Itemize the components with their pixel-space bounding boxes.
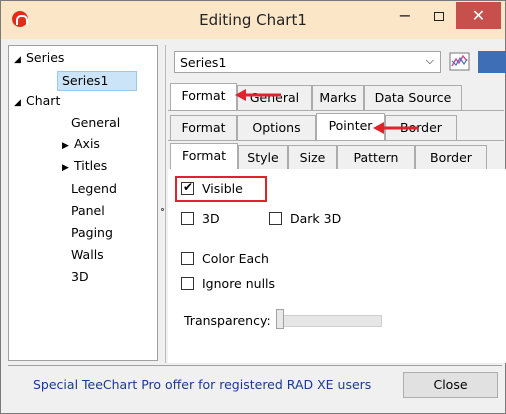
visible-checkbox[interactable]: ✔ [181,180,194,195]
tree-item-titles[interactable]: ▶ Titles [62,156,107,176]
maximize-icon [434,12,444,21]
transparency-slider[interactable] [278,315,382,327]
annotation-arrow-icon [373,122,418,134]
dark-3d-label: Dark 3D [290,211,342,226]
transparency-label: Transparency: [184,313,271,328]
chevron-down-icon[interactable]: ⌵ [426,54,434,68]
tree-item-legend[interactable]: Legend [71,179,117,199]
tree-item-panel[interactable]: Panel [71,201,105,221]
pointer-tab-style[interactable]: Style [238,145,288,171]
ignore-nulls-label: Ignore nulls [202,276,276,291]
pointer-tab-format[interactable]: Format [170,143,238,170]
checkmark-icon: ✔ [183,180,194,194]
tree-item-label: Titles [74,158,108,173]
ignore-nulls-checkbox[interactable] [181,277,194,290]
series-editor-panel: Series1 ⌵ Format General Marks Data Sour… [165,45,506,363]
annotation-arrow-icon [235,89,281,101]
tab-marks[interactable]: Marks [312,85,364,111]
collapsed-triangle-icon[interactable]: ▶ [62,158,74,178]
series-select[interactable]: Series1 ⌵ [174,51,441,73]
color-each-checkbox[interactable] [181,252,194,265]
tree-item-chart[interactable]: ◢ Chart [14,91,60,111]
tree-item-3d[interactable]: 3D [71,267,89,287]
pointer-tab-pattern[interactable]: Pattern [337,145,415,171]
pointer-tab-border[interactable]: Border [415,145,487,171]
collapsed-triangle-icon[interactable]: ▶ [62,136,74,156]
dark-3d-checkbox[interactable] [269,212,282,225]
editing-chart-dialog: Editing Chart1 − ✕ ◢ Series Series1 ◢ Char… [0,0,506,414]
color-each-label: Color Each [202,251,269,266]
3d-label: 3D [202,211,220,226]
tree-item-series1[interactable]: Series1 [57,71,137,91]
minimize-button[interactable]: − [388,2,422,29]
tree-item-label: Series [26,50,65,65]
tree-item-walls[interactable]: Walls [71,245,104,265]
visible-label: Visible [202,181,243,196]
tab-data-source[interactable]: Data Source [364,85,462,111]
maximize-button[interactable] [422,2,456,29]
tree-item-series[interactable]: ◢ Series [14,48,64,68]
tree-item-general[interactable]: General [71,113,120,133]
chart-type-button[interactable] [447,49,473,75]
splitter-grip[interactable] [161,208,164,211]
tree-item-paging[interactable]: Paging [71,223,113,243]
subtab-options[interactable]: Options [237,115,316,141]
3d-checkbox[interactable] [181,212,194,225]
transparency-slider-thumb[interactable] [276,309,284,329]
close-window-button[interactable]: ✕ [456,2,501,29]
tree-item-axis[interactable]: ▶ Axis [62,134,100,154]
promo-link[interactable]: Special TeeChart Pro offer for registere… [33,377,371,392]
footer-divider [8,365,502,366]
pointer-tab-size[interactable]: Size [288,145,337,171]
tree-item-label: Chart [26,93,61,108]
expanded-triangle-icon[interactable]: ◢ [14,50,26,70]
line-chart-icon [449,52,470,71]
series-color-swatch[interactable] [478,51,506,73]
expanded-triangle-icon[interactable]: ◢ [14,93,26,113]
tree-item-label: Axis [74,136,100,151]
title-bar[interactable]: Editing Chart1 − ✕ [1,1,505,39]
subtab-format[interactable]: Format [170,115,237,141]
tab-format[interactable]: Format [170,83,237,110]
editor-tree[interactable]: ◢ Series Series1 ◢ Chart General ▶ Axis ▶ Ti… [8,45,158,361]
series-select-value: Series1 [180,55,227,70]
close-button[interactable]: Close [403,372,498,398]
